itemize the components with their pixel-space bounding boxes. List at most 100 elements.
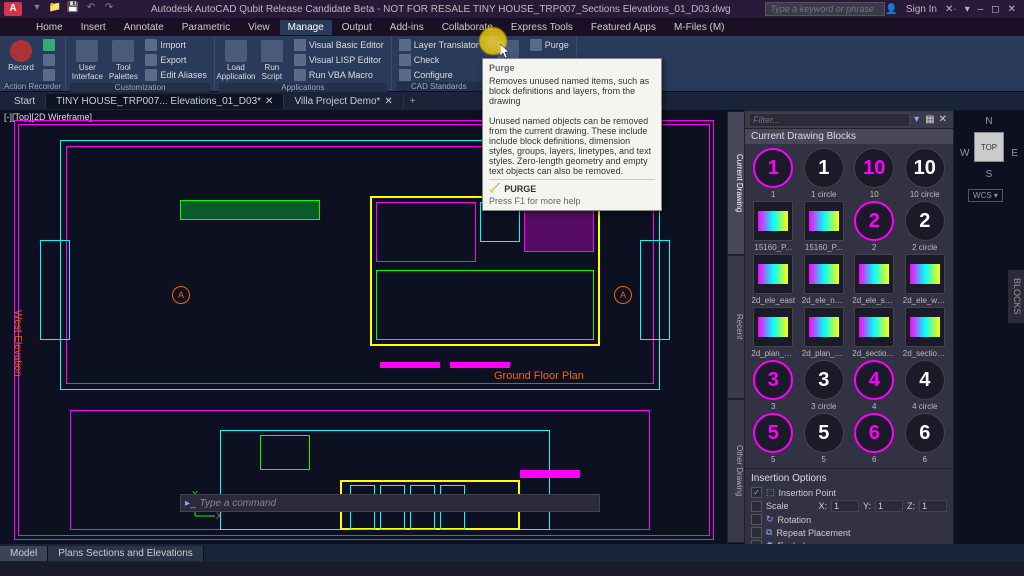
wcs-dropdown[interactable]: WCS ▾ (968, 189, 1003, 202)
close-tab-icon[interactable]: ✕ (265, 96, 273, 107)
check-button[interactable]: Check (396, 53, 482, 67)
block-item[interactable]: 33 circle (800, 360, 849, 411)
menu-tab-add-ins[interactable]: Add-ins (382, 20, 432, 35)
viewcube[interactable]: N S E W TOP WCS ▾ (960, 116, 1018, 202)
minimize-button[interactable]: – (978, 4, 984, 15)
block-item[interactable]: 15160_P... (749, 201, 798, 252)
block-item[interactable]: 55 (800, 413, 849, 464)
export-button[interactable]: Export (142, 53, 210, 67)
block-item[interactable]: 66 (901, 413, 950, 464)
palette-close-icon[interactable]: ✕ (937, 114, 949, 125)
block-item[interactable]: 2d_ele_south (850, 254, 899, 305)
block-item[interactable]: 2d_section... (850, 307, 899, 358)
load-application-button[interactable]: Load Application (219, 38, 253, 83)
block-item[interactable]: 2d_plan_GF (749, 307, 798, 358)
menu-tab-parametric[interactable]: Parametric (174, 20, 238, 35)
file-tab[interactable]: TINY HOUSE_TRP007... Elevations_01_D03*✕ (46, 94, 284, 109)
qat-redo-icon[interactable]: ↷ (102, 2, 116, 16)
menu-tab-insert[interactable]: Insert (73, 20, 114, 35)
repeat-checkbox[interactable] (751, 527, 762, 538)
record-button[interactable]: Record (4, 38, 38, 82)
palette-tab-recent[interactable]: Recent (727, 255, 745, 399)
scale-z-input[interactable] (919, 500, 947, 512)
block-item[interactable]: 2d_plan_m... (800, 307, 849, 358)
qat-undo-icon[interactable]: ↶ (84, 2, 98, 16)
import-button[interactable]: Import (142, 38, 210, 52)
file-tab[interactable]: Start (4, 94, 46, 109)
file-tab[interactable]: Villa Project Demo*✕ (284, 94, 403, 109)
run-vba-macro-button[interactable]: Run VBA Macro (291, 68, 387, 82)
close-button[interactable]: ✕ (1008, 4, 1016, 15)
tool-palettes-button[interactable]: Tool Palettes (106, 38, 140, 83)
menu-tab-featured-apps[interactable]: Featured Apps (583, 20, 664, 35)
palette-tab-other-drawing[interactable]: Other Drawing (727, 399, 745, 543)
palette-grid-icon[interactable]: ▦ (923, 114, 936, 125)
palette-tab-current-drawing[interactable]: Current Drawing (727, 111, 745, 255)
signin-icon[interactable]: 👤 (885, 4, 897, 15)
action-preferences[interactable] (40, 53, 58, 67)
layer-translator-button[interactable]: Layer Translator (396, 38, 482, 52)
qat-new-icon[interactable]: ▾ (30, 2, 44, 16)
block-item[interactable]: 11 circle (800, 148, 849, 199)
layout-tab[interactable]: Plans Sections and Elevations (48, 546, 204, 561)
app-logo[interactable]: A (4, 2, 22, 16)
block-item[interactable]: 2d_ele_east (749, 254, 798, 305)
signin-link[interactable]: Sign In (906, 4, 937, 15)
purge-button[interactable]: Purge (527, 38, 572, 52)
rotation-checkbox[interactable] (751, 514, 762, 525)
block-item[interactable]: 2d_ele_north (800, 254, 849, 305)
block-item[interactable]: 22 (850, 201, 899, 252)
help-icon[interactable]: ▾ (965, 4, 970, 15)
panel-cad-standards: Layer Translator Check Configure CAD Sta… (392, 36, 487, 91)
status-bar (0, 562, 1024, 576)
run-script-button[interactable]: Run Script (255, 38, 289, 83)
exchange-icon[interactable]: ✕· (945, 4, 957, 15)
command-line[interactable]: ▸_ Type a command (180, 494, 600, 512)
qat-open-icon[interactable]: 📁 (48, 2, 62, 16)
block-item[interactable]: 55 (749, 413, 798, 464)
block-item[interactable]: 22 circle (901, 201, 950, 252)
action-tree[interactable] (40, 68, 58, 82)
qat-save-icon[interactable]: 💾 (66, 2, 80, 16)
visual-lisp-editor-button[interactable]: Visual LISP Editor (291, 53, 387, 67)
menu-tab-annotate[interactable]: Annotate (116, 20, 172, 35)
block-item[interactable]: 11 (749, 148, 798, 199)
filter-dropdown-icon[interactable]: ▾ (910, 114, 923, 125)
palette-filter-input[interactable] (749, 113, 910, 127)
quick-access-toolbar: ▾ 📁 💾 ↶ ↷ (30, 2, 116, 16)
menu-tab-home[interactable]: Home (28, 20, 71, 35)
help-search-input[interactable] (765, 2, 885, 16)
title-bar: A ▾ 📁 💾 ↶ ↷ Autodesk AutoCAD Qubit Relea… (0, 0, 1024, 18)
block-item[interactable]: 33 (749, 360, 798, 411)
edit-aliases-button[interactable]: Edit Aliases (142, 68, 210, 82)
close-tab-icon[interactable]: ✕ (384, 96, 392, 107)
blocks-grid: 1111 circle10101010 circle 15160_P...1516… (745, 144, 953, 468)
block-item[interactable]: 44 circle (901, 360, 950, 411)
insertion-point-checkbox[interactable]: ✓ (751, 487, 762, 498)
scale-x-input[interactable] (831, 500, 859, 512)
scale-checkbox[interactable] (751, 501, 762, 512)
menu-tab-collaborate[interactable]: Collaborate (434, 20, 501, 35)
menu-tab-manage[interactable]: Manage (280, 20, 332, 35)
block-item[interactable]: 2d_ele_west (901, 254, 950, 305)
blocks-side-tab[interactable]: BLOCKS (1008, 270, 1024, 323)
block-item[interactable]: 66 (850, 413, 899, 464)
block-item[interactable]: 1010 circle (901, 148, 950, 199)
scale-y-input[interactable] (875, 500, 903, 512)
configure-button[interactable]: Configure (396, 68, 482, 82)
user-interface-button[interactable]: User Interface (70, 38, 104, 83)
block-item[interactable]: 1010 (850, 148, 899, 199)
layout-tab[interactable]: Model (0, 546, 48, 561)
menu-tab-view[interactable]: View (240, 20, 278, 35)
visual-basic-editor-button[interactable]: Visual Basic Editor (291, 38, 387, 52)
menu-tab-express-tools[interactable]: Express Tools (503, 20, 581, 35)
block-item[interactable]: 44 (850, 360, 899, 411)
menu-tab-output[interactable]: Output (334, 20, 380, 35)
menu-tab-m-files-(m)[interactable]: M-Files (M) (666, 20, 733, 35)
block-item[interactable]: 15160_P... (800, 201, 849, 252)
block-item[interactable]: 2d_section... (901, 307, 950, 358)
new-tab-button[interactable]: + (404, 94, 422, 109)
play-button[interactable] (40, 38, 58, 52)
viewcube-top[interactable]: TOP (974, 132, 1004, 162)
maximize-button[interactable]: ◻ (991, 4, 999, 15)
